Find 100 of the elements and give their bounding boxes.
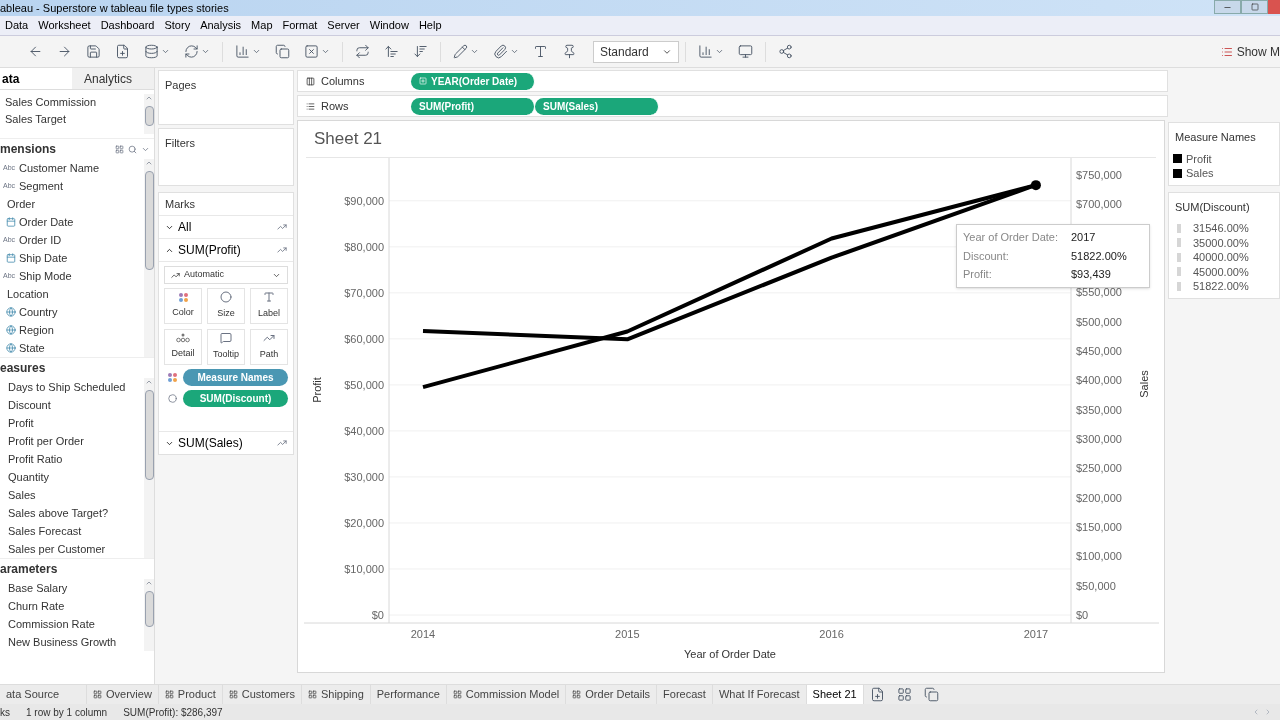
field-item[interactable]: Churn Rate xyxy=(8,597,65,615)
back-icon[interactable] xyxy=(28,44,43,59)
field-item[interactable]: Sales Forecast xyxy=(8,522,82,540)
field-item[interactable]: Ship Date xyxy=(19,249,68,267)
data-source-item[interactable]: Sales Commission xyxy=(0,94,144,111)
scroll-up-icon[interactable] xyxy=(145,579,153,587)
field-item[interactable]: Location xyxy=(7,285,49,303)
scrollbar[interactable] xyxy=(144,378,154,558)
field-item[interactable]: Ship Mode xyxy=(19,267,72,285)
dashboard-icon xyxy=(307,690,317,699)
menu-item[interactable]: Worksheet xyxy=(33,17,96,34)
refresh-icon[interactable] xyxy=(184,44,199,59)
field-item[interactable]: Profit xyxy=(8,414,34,432)
paperclip-icon[interactable] xyxy=(493,44,508,59)
field-item[interactable]: Sales above Target? xyxy=(8,504,109,522)
scroll-up-icon[interactable] xyxy=(145,159,153,167)
marks-layer-header[interactable]: SUM(Profit) xyxy=(159,239,293,261)
menu-item[interactable]: Analysis xyxy=(195,17,247,34)
bar-chart-icon[interactable] xyxy=(698,44,713,59)
scrollbar[interactable] xyxy=(144,159,154,357)
scroll-up-icon[interactable] xyxy=(145,94,153,102)
color-dots-icon xyxy=(178,292,188,302)
maximize-button[interactable] xyxy=(1241,0,1268,14)
menu-item[interactable]: Format xyxy=(277,17,323,34)
field-item[interactable]: Sales xyxy=(8,486,36,504)
minimize-button[interactable] xyxy=(1214,0,1241,14)
new-worksheet-icon[interactable] xyxy=(869,687,885,702)
field-item[interactable]: Order xyxy=(7,195,36,213)
swap-icon[interactable] xyxy=(355,44,370,59)
tooltip-label: Profit: xyxy=(963,267,993,282)
field-item[interactable]: Discount xyxy=(8,396,51,414)
axis-tick-label: $90,000 xyxy=(344,194,384,207)
scroll-thumb[interactable] xyxy=(144,591,154,627)
field-item[interactable]: Order Date xyxy=(19,213,74,231)
marks-layer-header[interactable]: All xyxy=(159,216,293,238)
text-icon[interactable] xyxy=(533,44,548,59)
field-item[interactable]: State xyxy=(19,339,45,357)
menu-item[interactable]: Help xyxy=(413,17,447,34)
scroll-thumb[interactable] xyxy=(144,390,154,480)
axis-tick-label: $50,000 xyxy=(1076,579,1116,592)
field-item[interactable]: Profit Ratio xyxy=(8,450,63,468)
new-dashboard-icon[interactable] xyxy=(896,687,912,702)
field-item[interactable]: Quantity xyxy=(8,468,49,486)
menu-item[interactable]: Story xyxy=(159,17,196,34)
mark-property-button[interactable]: Color xyxy=(164,288,202,324)
sort-descending-icon[interactable] xyxy=(413,44,428,59)
scrollbar[interactable] xyxy=(144,579,154,651)
clear-icon[interactable] xyxy=(304,44,319,59)
axis-tick-label: $150,000 xyxy=(1076,521,1122,533)
mark-property-button[interactable]: Path xyxy=(250,329,288,365)
sheet-tab[interactable]: Sheet 21 xyxy=(806,685,864,704)
mark-property-button[interactable]: Label xyxy=(250,288,288,324)
search-icon[interactable] xyxy=(128,144,137,154)
sort-ascending-icon[interactable] xyxy=(384,44,399,59)
new-file-icon[interactable] xyxy=(115,44,130,59)
caret-icon xyxy=(161,47,170,56)
pin-icon[interactable] xyxy=(562,44,577,59)
field-item[interactable]: Base Salary xyxy=(8,579,68,597)
axis-tick-label: $40,000 xyxy=(344,424,384,437)
duplicate-icon[interactable] xyxy=(275,44,290,59)
data-source-item[interactable]: Sales Target xyxy=(0,111,144,128)
forward-icon[interactable] xyxy=(57,44,72,59)
scroll-up-icon[interactable] xyxy=(145,378,153,386)
show-me-button[interactable]: Show M xyxy=(1220,42,1280,61)
menu-item[interactable]: Server xyxy=(322,17,365,34)
field-item[interactable]: Segment xyxy=(19,177,64,195)
new-story-icon[interactable] xyxy=(923,687,939,702)
share-icon[interactable] xyxy=(778,44,793,59)
pane-tab[interactable]: Analytics xyxy=(72,68,154,89)
field-item[interactable]: Country xyxy=(19,303,58,321)
scrollbar[interactable] xyxy=(144,94,154,134)
field-item[interactable]: Profit per Order xyxy=(8,432,84,450)
grid-icon[interactable] xyxy=(115,144,124,154)
field-item[interactable]: Order ID xyxy=(19,231,62,249)
bar-chart-icon[interactable] xyxy=(235,44,250,59)
menu-item[interactable]: Dashboard xyxy=(95,17,160,34)
marks-layer-header[interactable]: SUM(Sales) xyxy=(159,432,293,454)
field-item[interactable]: Region xyxy=(19,321,54,339)
field-item[interactable]: Days to Ship Scheduled xyxy=(8,378,126,396)
mark-property-button[interactable]: Tooltip xyxy=(207,329,245,365)
menu-item[interactable]: Window xyxy=(364,17,414,34)
field-item[interactable]: New Business Growth xyxy=(8,633,117,651)
axis-tick-label: $10,000 xyxy=(344,563,384,575)
save-icon[interactable] xyxy=(86,44,101,59)
mark-type-dropdown[interactable]: Automatic xyxy=(164,266,288,284)
mark-property-button[interactable]: Detail xyxy=(164,329,202,365)
field-item[interactable]: Sales per Customer xyxy=(8,540,106,558)
pencil-icon[interactable] xyxy=(453,44,468,59)
database-icon[interactable] xyxy=(144,44,159,59)
presentation-icon[interactable] xyxy=(738,44,753,59)
menu-item[interactable]: Map xyxy=(246,17,278,34)
mark-property-button[interactable]: Size xyxy=(207,288,245,324)
menu-item[interactable]: Data xyxy=(0,17,34,34)
legend-title: SUM(Discount) xyxy=(1174,199,1251,215)
scroll-thumb[interactable] xyxy=(144,171,154,270)
field-item[interactable]: Customer Name xyxy=(19,159,100,177)
field-item[interactable]: Commission Rate xyxy=(8,615,95,633)
axis-tick-label: $0 xyxy=(1076,609,1089,621)
scroll-thumb[interactable] xyxy=(144,106,154,126)
fit-dropdown[interactable]: Standard xyxy=(593,40,679,63)
